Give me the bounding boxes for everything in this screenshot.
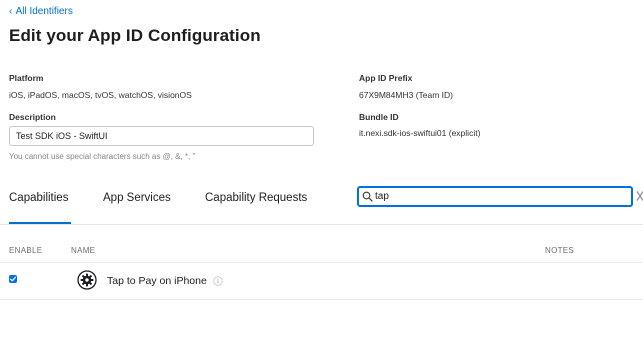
column-header-name: NAME (71, 246, 96, 255)
app-id-prefix-label: App ID Prefix (359, 73, 413, 83)
app-id-prefix-value: 67X9M84MH3 (Team ID) (359, 90, 454, 100)
gear-badge-icon (77, 270, 97, 290)
page-title: Edit your App ID Configuration (9, 26, 261, 45)
bundle-id-value: it.nexi.sdk-ios-swiftui01 (explicit) (359, 128, 481, 138)
app-id-config-page: ‹ All Identifiers Edit your App ID Confi… (0, 0, 643, 361)
checkmark-icon (10, 276, 17, 282)
tab-app-services[interactable]: App Services (103, 192, 171, 204)
row-divider (0, 299, 643, 300)
description-hint: You cannot use special characters such a… (9, 152, 196, 161)
tab-capability-requests[interactable]: Capability Requests (205, 192, 307, 204)
capability-name: Tap to Pay on iPhone (107, 275, 207, 287)
header-divider (0, 262, 643, 263)
description-input[interactable] (9, 126, 314, 146)
search-icon (362, 191, 373, 202)
close-icon[interactable] (636, 190, 643, 202)
column-header-notes: NOTES (545, 246, 575, 255)
all-identifiers-link[interactable]: ‹ All Identifiers (9, 6, 73, 17)
description-label: Description (9, 112, 56, 122)
search-input[interactable] (375, 189, 625, 204)
info-icon[interactable] (213, 276, 223, 286)
tabs-divider (0, 224, 643, 225)
bundle-id-label: Bundle ID (359, 112, 399, 122)
platform-label: Platform (9, 73, 44, 83)
tab-capabilities[interactable]: Capabilities (9, 192, 68, 204)
column-header-enable: ENABLE (9, 246, 43, 255)
search-box[interactable] (357, 186, 633, 207)
platform-value: iOS, iPadOS, macOS, tvOS, watchOS, visio… (9, 90, 192, 100)
back-link-label: All Identifiers (15, 6, 73, 17)
enable-checkbox[interactable] (9, 275, 17, 283)
chevron-left-icon: ‹ (9, 6, 13, 17)
